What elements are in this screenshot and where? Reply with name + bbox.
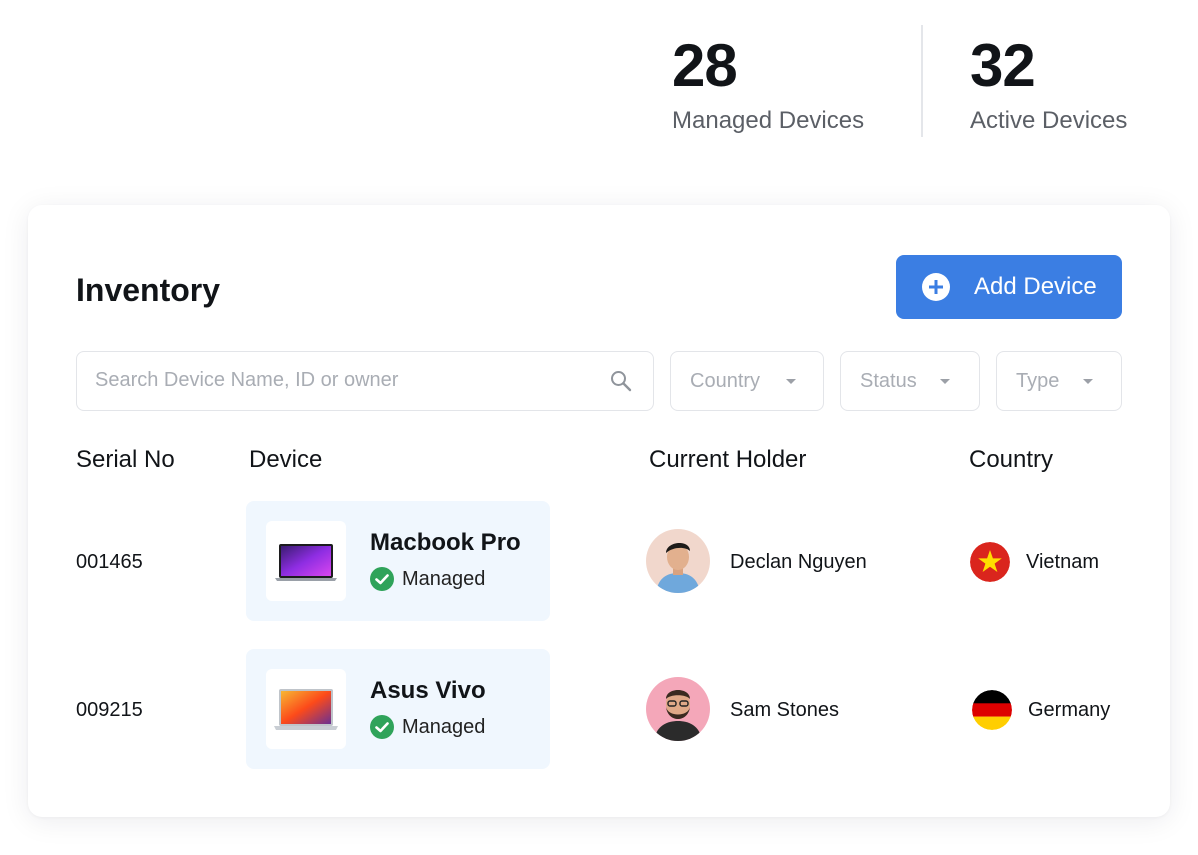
avatar xyxy=(646,529,710,593)
add-device-button[interactable]: Add Device xyxy=(896,255,1122,319)
type-filter-select[interactable]: Type xyxy=(996,351,1122,411)
stat-value: 32 xyxy=(970,32,1036,99)
type-filter-label: Type xyxy=(1016,369,1060,392)
device-thumbnail xyxy=(266,669,346,749)
inventory-card: Inventory Add Device Country Status Type… xyxy=(28,205,1170,817)
device-card[interactable]: Macbook Pro Managed xyxy=(246,501,550,621)
vietnam-flag-icon xyxy=(970,542,1010,582)
check-circle-icon xyxy=(370,567,394,591)
status-label: Managed xyxy=(402,567,486,590)
holder-name: Declan Nguyen xyxy=(730,551,867,573)
page: 28 Managed Devices 32 Active Devices Inv… xyxy=(0,0,1198,855)
country-filter-select[interactable]: Country xyxy=(670,351,824,411)
stat-managed-devices: 28 Managed Devices xyxy=(672,30,864,136)
device-card[interactable]: Asus Vivo Managed xyxy=(246,649,550,769)
status-filter-select[interactable]: Status xyxy=(840,351,980,411)
chevron-down-icon xyxy=(786,379,796,384)
country-name: Germany xyxy=(1028,699,1111,721)
device-name: Macbook Pro xyxy=(370,529,521,556)
column-header-serial: Serial No xyxy=(76,446,175,473)
status-badge: Managed xyxy=(370,567,485,591)
stat-label: Managed Devices xyxy=(672,107,865,134)
chevron-down-icon xyxy=(940,379,950,384)
avatar xyxy=(646,677,710,741)
serial-number: 009215 xyxy=(76,699,143,721)
column-header-country: Country xyxy=(969,446,1054,473)
stat-active-devices: 32 Active Devices xyxy=(970,30,1127,136)
plus-circle-icon xyxy=(922,273,950,301)
serial-number: 001465 xyxy=(76,551,143,573)
laptop-icon xyxy=(274,689,338,730)
page-title: Inventory xyxy=(76,272,221,308)
status-label: Managed xyxy=(402,715,486,738)
holder-name: Sam Stones xyxy=(730,699,839,721)
search-icon[interactable] xyxy=(609,369,633,393)
check-circle-icon xyxy=(370,715,394,739)
country-name: Vietnam xyxy=(1026,551,1100,573)
country-filter-label: Country xyxy=(690,369,761,392)
stats-divider xyxy=(921,25,923,137)
device-thumbnail xyxy=(266,521,346,601)
search-box xyxy=(76,351,654,411)
chevron-down-icon xyxy=(1083,379,1093,384)
device-name: Asus Vivo xyxy=(370,677,486,704)
search-input[interactable] xyxy=(95,352,595,409)
laptop-icon xyxy=(275,544,337,581)
add-device-label: Add Device xyxy=(974,273,1097,300)
column-header-holder: Current Holder xyxy=(649,446,807,473)
germany-flag-icon xyxy=(972,690,1012,730)
stat-value: 28 xyxy=(672,32,738,99)
stat-label: Active Devices xyxy=(970,107,1128,134)
status-badge: Managed xyxy=(370,715,485,739)
status-filter-label: Status xyxy=(860,369,917,392)
column-header-device: Device xyxy=(249,446,323,473)
